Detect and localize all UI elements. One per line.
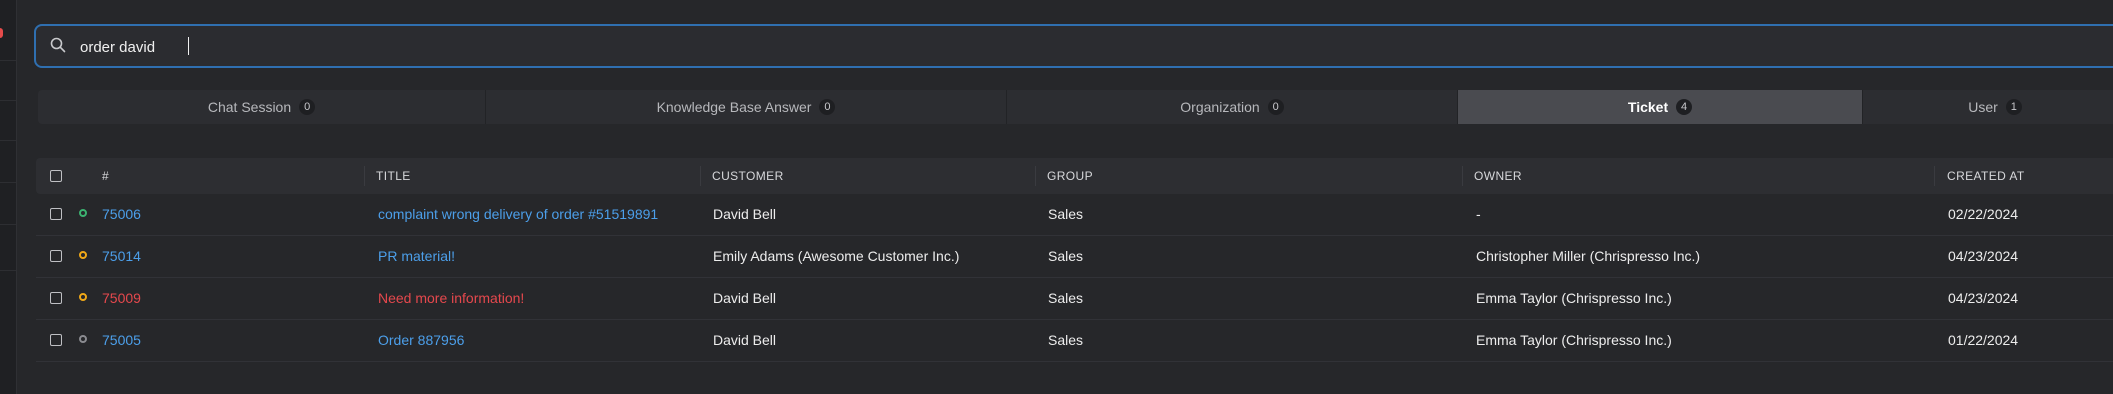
ticket-title-link[interactable]: PR material! [378,248,455,264]
tab-label: Chat Session [207,99,292,115]
ticket-title-link[interactable]: complaint wrong delivery of order #51519… [378,206,658,222]
table-header: # TITLE CUSTOMER GROUP OWNER CREATED AT [36,158,2113,194]
row-checkbox[interactable] [50,250,62,262]
results-table: # TITLE CUSTOMER GROUP OWNER CREATED AT … [36,158,2113,362]
ticket-status-icon [79,209,87,217]
tab-user[interactable]: User 1 [1863,90,2113,124]
result-type-tabs: Chat Session 0 Knowledge Base Answer 0 O… [38,90,2113,124]
table-body: 75006 complaint wrong delivery of order #… [36,194,2113,362]
ticket-number-link[interactable]: 75006 [102,206,141,222]
tab-label: Organization [1180,99,1260,115]
tab-count-badge: 0 [819,99,836,115]
tab-count-badge: 0 [1267,99,1284,115]
ticket-status-icon [79,335,87,343]
owner-cell: Emma Taylor (Chrispresso Inc.) [1476,290,1672,306]
tab-count-badge: 1 [2005,99,2022,115]
table-row[interactable]: 75014 PR material! Emily Adams (Awesome Cu… [36,236,2113,278]
column-divider[interactable] [364,166,365,186]
created-at-cell: 02/22/2024 [1948,206,2019,222]
table-row[interactable]: 75006 complaint wrong delivery of order #… [36,194,2113,236]
rail-divider [0,60,16,61]
select-all-checkbox[interactable] [50,170,62,182]
column-divider[interactable] [1934,166,1935,186]
customer-cell: Emily Adams (Awesome Customer Inc.) [713,248,960,264]
ticket-number-link[interactable]: 75009 [102,290,141,306]
text-caret [188,37,189,55]
tab-count-badge: 0 [299,99,316,115]
created-at-cell: 01/22/2024 [1948,332,2019,348]
group-cell: Sales [1048,206,1084,222]
tab-ticket[interactable]: Ticket 4 [1458,90,1863,124]
owner-cell: Christopher Miller (Chrispresso Inc.) [1476,248,1701,264]
rail-divider [0,270,16,271]
column-header-owner[interactable]: OWNER [1474,169,1522,183]
rail-divider [0,100,16,101]
ticket-title-link[interactable]: Need more information! [378,290,524,306]
group-cell: Sales [1048,290,1084,306]
column-header-number[interactable]: # [102,169,109,183]
tab-chat-session[interactable]: Chat Session 0 [38,90,486,124]
search-box[interactable] [34,24,2113,68]
owner-cell: - [1476,206,1481,222]
left-rail [0,0,17,394]
search-icon [50,37,66,53]
customer-cell: David Bell [713,290,777,306]
tab-label: Ticket [1627,99,1669,115]
ticket-number-link[interactable]: 75014 [102,248,141,264]
ticket-status-icon [79,251,87,259]
tab-organization[interactable]: Organization 0 [1007,90,1458,124]
rail-divider [0,182,16,183]
tab-label: Knowledge Base Answer [656,99,812,115]
owner-cell: Emma Taylor (Chrispresso Inc.) [1476,332,1672,348]
row-checkbox[interactable] [50,208,62,220]
row-checkbox[interactable] [50,334,62,346]
column-divider[interactable] [700,166,701,186]
tab-knowledge-base-answer[interactable]: Knowledge Base Answer 0 [486,90,1007,124]
table-row[interactable]: 75005 Order 887956 David Bell Sales Emma Tay… [36,320,2113,362]
created-at-cell: 04/23/2024 [1948,248,2019,264]
column-divider[interactable] [1035,166,1036,186]
ticket-status-icon [79,293,87,301]
group-cell: Sales [1048,248,1084,264]
column-header-group[interactable]: GROUP [1047,169,1093,183]
ticket-number-link[interactable]: 75005 [102,332,141,348]
customer-cell: David Bell [713,206,777,222]
customer-cell: David Bell [713,332,777,348]
created-at-cell: 04/23/2024 [1948,290,2019,306]
column-divider[interactable] [1462,166,1463,186]
row-checkbox[interactable] [50,292,62,304]
column-header-customer[interactable]: CUSTOMER [712,169,784,183]
notification-indicator [0,28,3,38]
tab-count-badge: 4 [1676,99,1693,115]
rail-divider [0,224,16,225]
column-header-title[interactable]: TITLE [376,169,411,183]
tab-label: User [1968,99,1998,115]
column-header-created-at[interactable]: CREATED AT [1947,169,2025,183]
search-input[interactable] [80,36,680,58]
rail-divider [0,140,16,141]
ticket-title-link[interactable]: Order 887956 [378,332,464,348]
group-cell: Sales [1048,332,1084,348]
table-row[interactable]: 75009 Need more information! David Bell Sal… [36,278,2113,320]
